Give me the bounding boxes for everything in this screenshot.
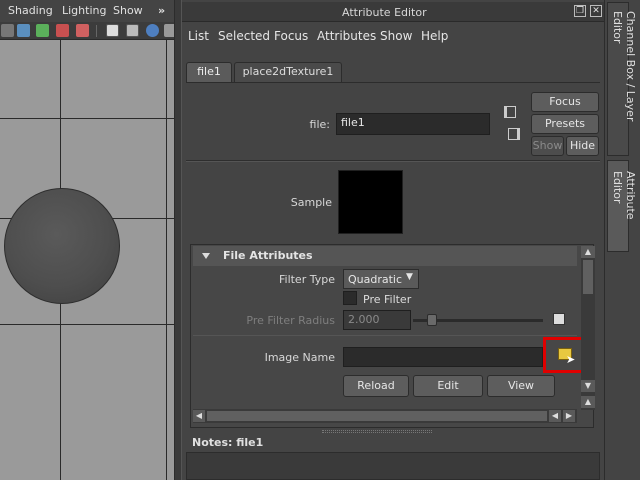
textured-icon[interactable] <box>56 24 69 37</box>
overflow-menu-icon[interactable]: » <box>158 4 165 17</box>
slider-handle[interactable] <box>427 314 437 326</box>
output-connection-icon[interactable] <box>508 128 520 140</box>
pre-filter-radius-label: Pre Filter Radius <box>246 314 335 327</box>
scroll-up-icon[interactable]: ▲ <box>581 246 595 258</box>
divider <box>193 335 577 336</box>
tab-channel-box[interactable]: Channel Box / Layer Editor <box>607 2 637 156</box>
pre-filter-radius-field[interactable]: 2.000 <box>343 310 411 330</box>
reload-button[interactable]: Reload <box>343 375 409 397</box>
menu-show[interactable]: Show <box>113 4 143 17</box>
menu-attributes[interactable]: Attributes <box>317 29 376 43</box>
toolbar-grip-icon <box>1 24 14 37</box>
horizontal-scrollbar[interactable]: ◀ ◀ ▶ <box>193 409 577 423</box>
grid-line <box>0 324 176 325</box>
tab-attribute-editor[interactable]: Attribute Editor <box>607 160 637 252</box>
node-name-field[interactable]: file1 <box>336 113 490 135</box>
isolate-icon[interactable] <box>106 24 119 37</box>
mouse-cursor-icon: ➤ <box>566 353 576 366</box>
tab-channel-box-label: Channel Box / Layer Editor <box>611 11 637 122</box>
hide-button[interactable]: Hide <box>566 136 599 156</box>
float-window-icon[interactable]: ❐ <box>574 5 586 17</box>
lights-icon[interactable] <box>76 24 89 37</box>
grid-line <box>0 118 176 119</box>
menu-focus[interactable]: Focus <box>274 29 308 43</box>
sample-label: Sample <box>290 196 332 209</box>
viewport-toolbar <box>0 22 177 40</box>
section-title: File Attributes <box>223 249 313 262</box>
tab-bar-line <box>186 82 600 83</box>
pre-filter-label: Pre Filter <box>363 293 412 306</box>
focus-button[interactable]: Focus <box>531 92 599 112</box>
editor-title: Attribute Editor <box>342 6 427 19</box>
close-icon[interactable]: ✕ <box>590 5 602 17</box>
scroll-thumb[interactable] <box>207 411 547 421</box>
input-connection-icon[interactable] <box>504 106 516 118</box>
scroll-down-icon[interactable]: ▼ <box>581 380 595 392</box>
edit-button[interactable]: Edit <box>413 375 483 397</box>
sample-swatch <box>338 170 403 234</box>
viewport-menubar: Shading Lighting Show » <box>0 0 176 22</box>
tab-place2dtexture1[interactable]: place2dTexture1 <box>234 62 342 82</box>
menu-list[interactable]: List <box>188 29 209 43</box>
file-attributes-section: File Attributes Filter Type Quadratic ▼ … <box>190 244 595 428</box>
panel-splitter[interactable] <box>174 0 182 480</box>
chevron-down-icon: ▼ <box>406 272 413 282</box>
node-name-label: file: <box>309 118 330 131</box>
notes-textarea[interactable] <box>186 452 600 480</box>
divider <box>186 160 600 162</box>
vertical-scrollbar[interactable]: ▲ ▼ ▲ <box>581 246 595 410</box>
filter-type-label: Filter Type <box>278 273 335 286</box>
viewport-scene[interactable] <box>0 40 176 480</box>
grid-line <box>166 40 167 480</box>
menu-help[interactable]: Help <box>421 29 448 43</box>
scroll-left-icon[interactable]: ◀ <box>549 410 561 422</box>
notes-label: Notes: file1 <box>192 436 264 449</box>
shaded-sphere-icon[interactable] <box>146 24 159 37</box>
image-name-label: Image Name <box>264 351 335 364</box>
scroll-left-icon[interactable]: ◀ <box>193 410 205 422</box>
view-button[interactable]: View <box>487 375 555 397</box>
image-name-field[interactable] <box>343 347 543 367</box>
scroll-thumb[interactable] <box>583 260 593 294</box>
wireframe-icon[interactable] <box>17 24 30 37</box>
sphere-object[interactable] <box>4 188 120 304</box>
menu-show[interactable]: Show <box>380 29 412 43</box>
side-tab-bar: Channel Box / Layer Editor Attribute Edi… <box>604 0 640 480</box>
resize-grip[interactable] <box>322 430 432 433</box>
smooth-shade-icon[interactable] <box>36 24 49 37</box>
scroll-right-icon[interactable]: ▶ <box>563 410 575 422</box>
presets-button[interactable]: Presets <box>531 114 599 134</box>
section-header[interactable]: File Attributes <box>193 246 577 266</box>
menu-selected[interactable]: Selected <box>218 29 270 43</box>
scroll-up-icon[interactable]: ▲ <box>581 396 595 408</box>
show-button[interactable]: Show <box>531 136 564 156</box>
map-texture-icon[interactable] <box>553 313 565 325</box>
tab-attribute-editor-label: Attribute Editor <box>611 171 637 220</box>
filter-type-value: Quadratic <box>348 273 403 286</box>
menu-shading[interactable]: Shading <box>8 4 53 17</box>
menu-lighting[interactable]: Lighting <box>62 4 106 17</box>
pre-filter-checkbox[interactable] <box>343 291 357 305</box>
collapse-triangle-icon[interactable] <box>202 253 210 259</box>
attribute-editor-panel: Attribute Editor ❐ ✕ List Selected Focus… <box>182 0 604 480</box>
filter-type-dropdown[interactable]: Quadratic ▼ <box>343 269 419 289</box>
viewport-panel: Shading Lighting Show » <box>0 0 177 480</box>
editor-titlebar: Attribute Editor ❐ ✕ <box>182 2 604 22</box>
toolbar-divider <box>96 25 97 37</box>
xray-icon[interactable] <box>126 24 139 37</box>
tab-file1[interactable]: file1 <box>186 62 232 82</box>
